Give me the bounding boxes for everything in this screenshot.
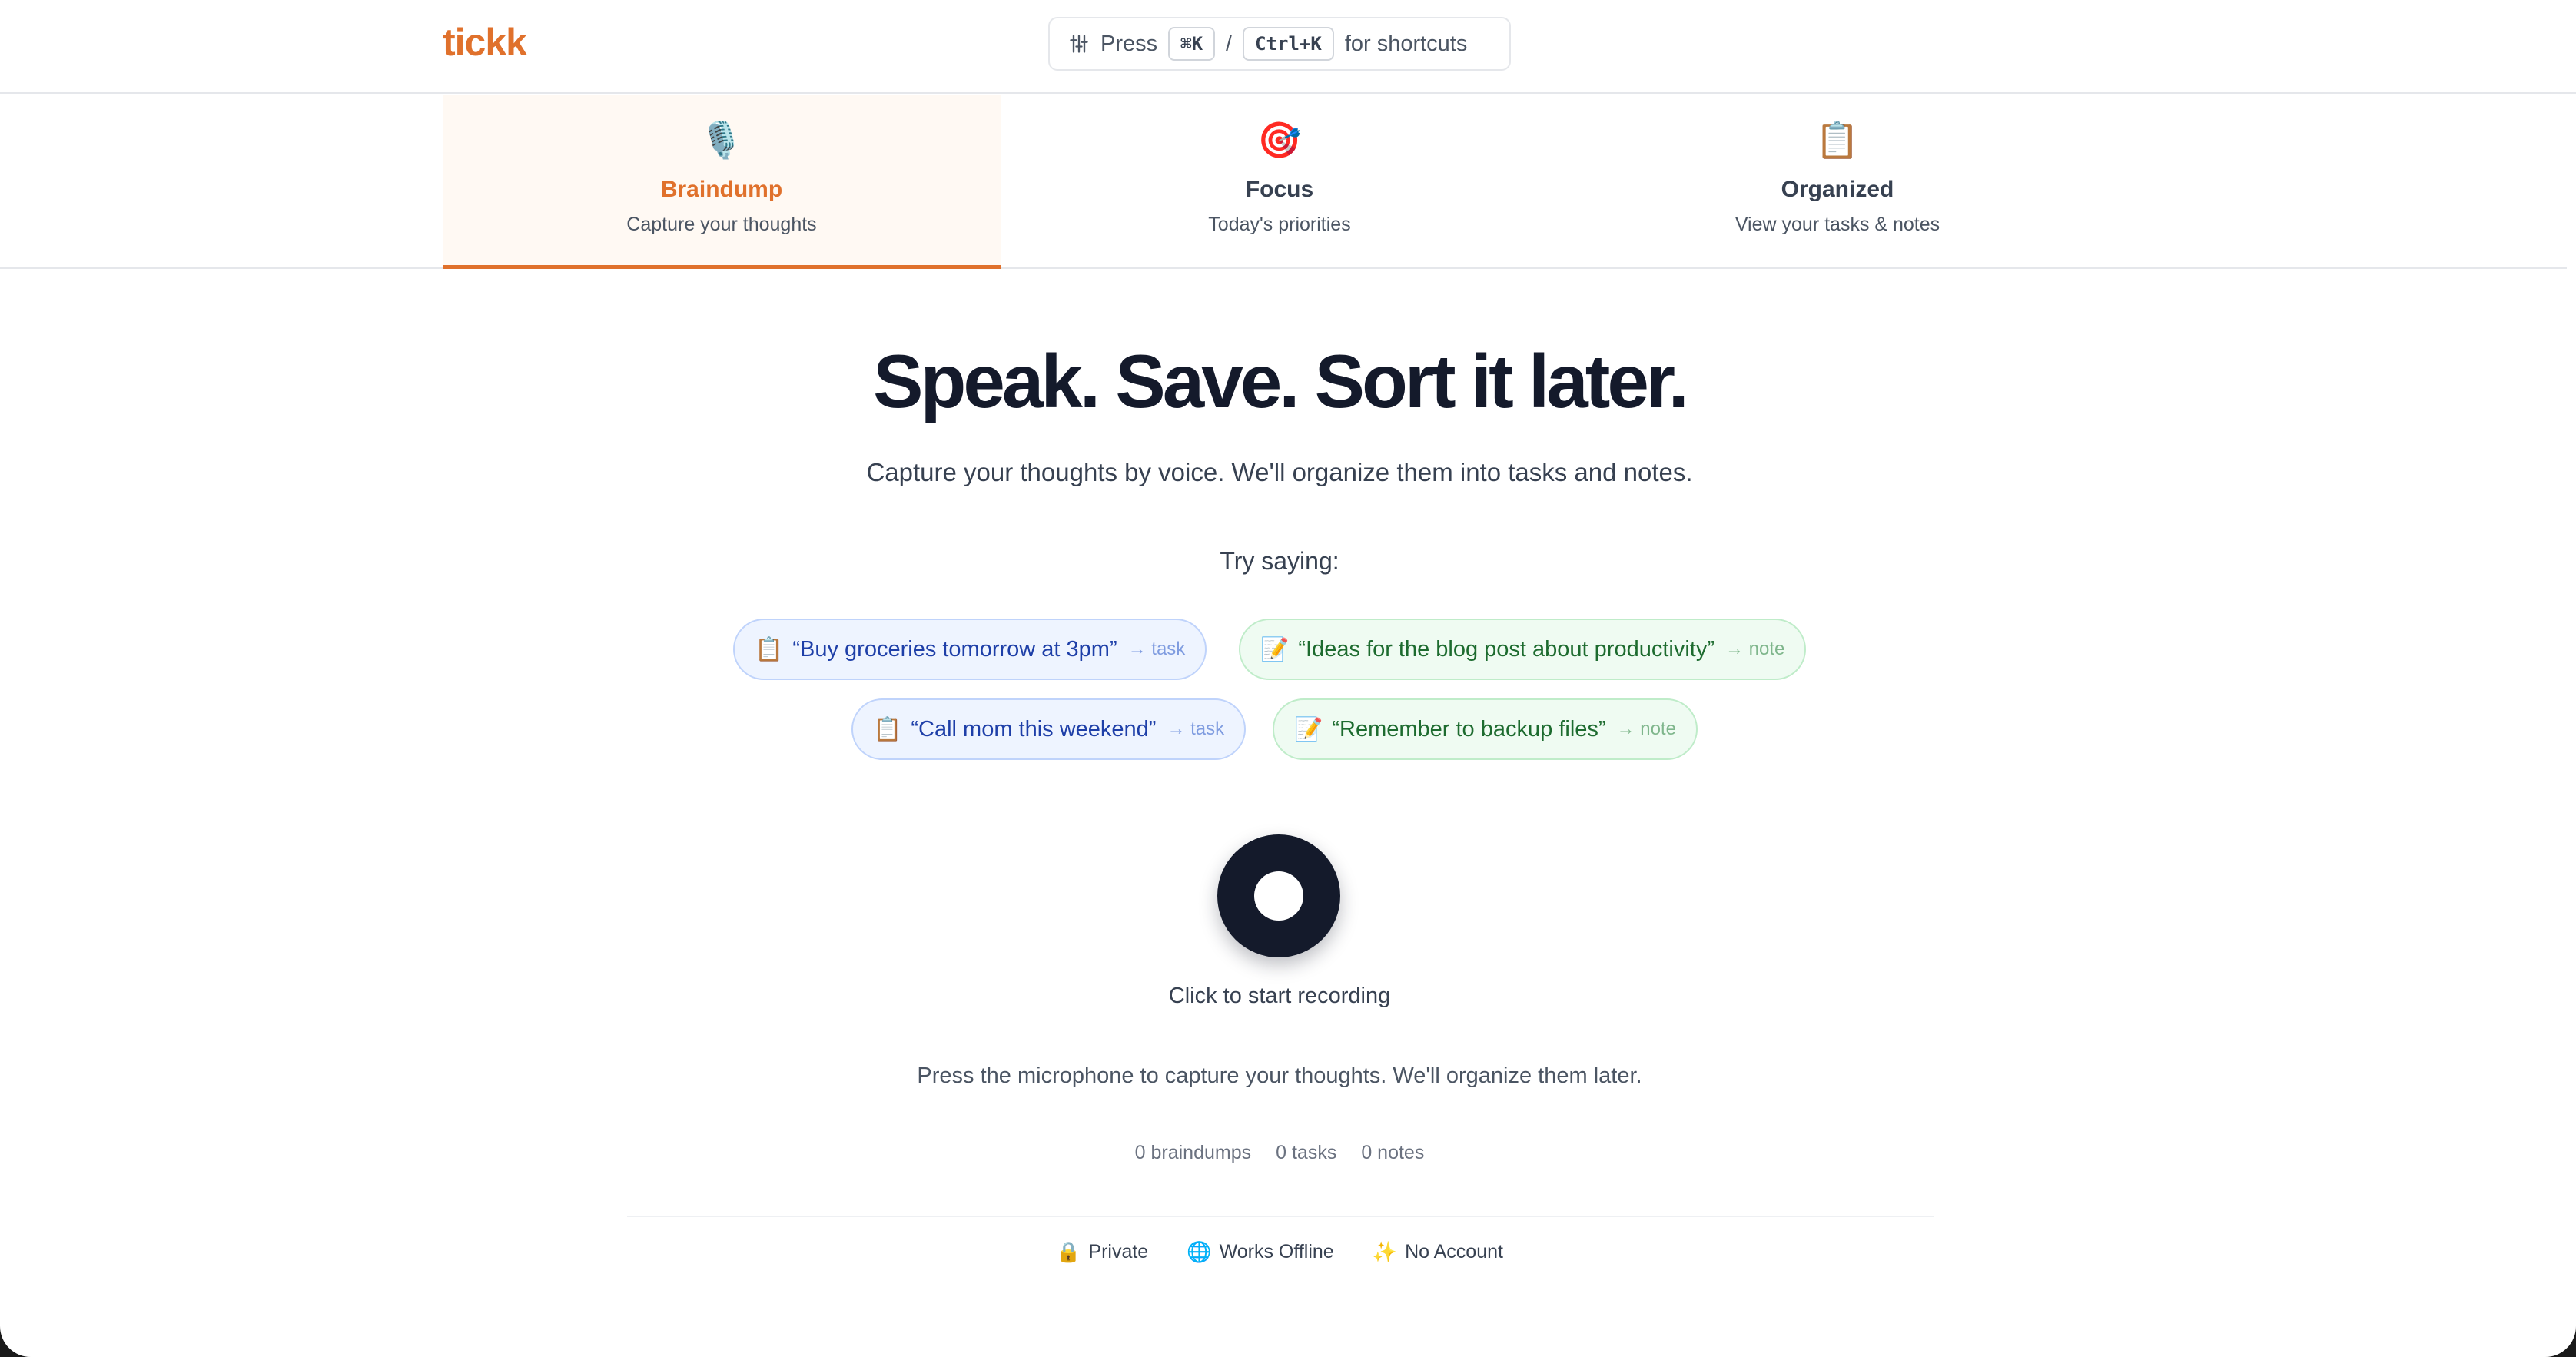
footer-item-no-account: ✨ No Account xyxy=(1373,1240,1503,1264)
shortcut-suffix: for shortcuts xyxy=(1344,31,1468,56)
mac-shortcut-key: ⌘K xyxy=(1168,27,1216,61)
footer-item-private: 🔒 Private xyxy=(1056,1240,1148,1264)
win-shortcut-key: Ctrl+K xyxy=(1243,27,1334,61)
tab-braindump[interactable]: 🎙️ Braindump Capture your thoughts xyxy=(443,95,1001,269)
footer-label: Works Offline xyxy=(1219,1241,1334,1262)
tab-label: Organized xyxy=(1781,177,1894,202)
example-tag: → task xyxy=(1127,639,1186,659)
clipboard-icon: 📋 xyxy=(755,636,784,662)
sliders-icon xyxy=(1070,35,1088,53)
example-tag: → note xyxy=(1725,639,1785,659)
page-title: Speak. Save. Sort it later. xyxy=(873,339,1689,423)
app-window: tickk Press ⌘K / Ctrl+K for shortcuts 🎙️… xyxy=(0,0,2576,1357)
note-count: 0 notes xyxy=(1361,1142,1425,1163)
tab-subtitle: Capture your thoughts xyxy=(626,214,817,235)
example-text: “Remember to backup files” xyxy=(1332,716,1606,742)
footer: 🔒 Private 🌐 Works Offline ✨ No Account xyxy=(0,1240,2559,1264)
tab-subtitle: Today's priorities xyxy=(1208,214,1351,235)
tab-organized[interactable]: 📋 Organized View your tasks & notes xyxy=(1559,95,2116,269)
logo[interactable]: tickk xyxy=(443,20,527,65)
task-count: 0 tasks xyxy=(1276,1142,1337,1163)
clipboard-icon: 📋 xyxy=(873,716,902,742)
example-chip-groceries[interactable]: 📋 “Buy groceries tomorrow at 3pm” → task xyxy=(733,619,1207,680)
microphone-icon: 🎙️ xyxy=(699,120,744,160)
record-label: Click to start recording xyxy=(1168,984,1391,1008)
memo-icon: 📝 xyxy=(1260,636,1290,662)
header: tickk Press ⌘K / Ctrl+K for shortcuts xyxy=(0,0,2576,94)
page-subtitle: Capture your thoughts by voice. We'll or… xyxy=(866,458,1693,486)
hint-text: Press the microphone to capture your tho… xyxy=(917,1063,1642,1088)
record-dot-icon xyxy=(1254,871,1303,921)
example-chip-blog[interactable]: 📝 “Ideas for the blog post about product… xyxy=(1239,619,1807,680)
record-button[interactable] xyxy=(1217,834,1340,957)
tab-bar: 🎙️ Braindump Capture your thoughts 🎯 Foc… xyxy=(0,95,2567,269)
tab-label: Braindump xyxy=(660,177,783,202)
memo-icon: 📝 xyxy=(1294,716,1323,742)
braindump-count: 0 braindumps xyxy=(1134,1142,1252,1163)
footer-label: Private xyxy=(1088,1241,1149,1262)
footer-label: No Account xyxy=(1405,1241,1503,1262)
lock-icon: 🔒 xyxy=(1056,1240,1081,1263)
globe-icon: 🌐 xyxy=(1187,1240,1212,1263)
tab-label: Focus xyxy=(1245,177,1314,202)
shortcut-press-label: Press xyxy=(1100,31,1158,56)
target-icon: 🎯 xyxy=(1257,120,1302,160)
example-text: “Call mom this weekend” xyxy=(911,716,1157,742)
example-chip-call-mom[interactable]: 📋 “Call mom this weekend” → task xyxy=(851,698,1247,760)
footer-item-offline: 🌐 Works Offline xyxy=(1187,1240,1334,1264)
shortcut-hint-button[interactable]: Press ⌘K / Ctrl+K for shortcuts xyxy=(1048,17,1511,71)
divider xyxy=(627,1216,1934,1217)
tab-focus[interactable]: 🎯 Focus Today's priorities xyxy=(1001,95,1559,269)
example-text: “Buy groceries tomorrow at 3pm” xyxy=(792,636,1117,662)
example-tag: → task xyxy=(1167,718,1225,739)
example-chip-backup[interactable]: 📝 “Remember to backup files” → note xyxy=(1273,698,1698,760)
clipboard-icon: 📋 xyxy=(1815,120,1860,160)
sparkles-icon: ✨ xyxy=(1372,1240,1398,1263)
shortcut-separator: / xyxy=(1226,31,1233,56)
example-text: “Ideas for the blog post about productiv… xyxy=(1298,636,1715,662)
example-tag: → note xyxy=(1616,718,1676,739)
try-saying-label: Try saying: xyxy=(1220,547,1339,575)
stats-bar: 0 braindumps 0 tasks 0 notes xyxy=(0,1142,2559,1164)
tab-subtitle: View your tasks & notes xyxy=(1734,214,1940,235)
